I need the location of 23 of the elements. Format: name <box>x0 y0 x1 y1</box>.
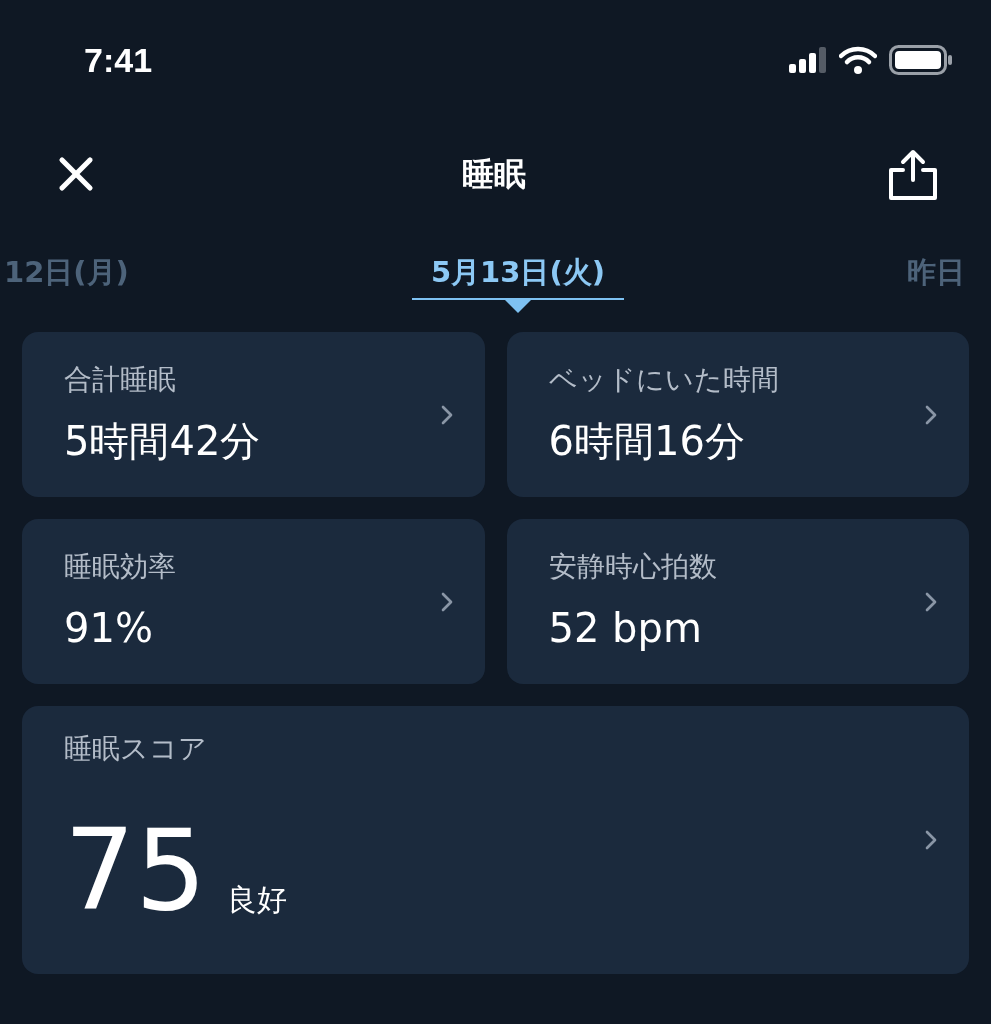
score-rating: 良好 <box>226 881 287 919</box>
wifi-icon <box>839 46 877 74</box>
score-value: 75 <box>64 814 207 926</box>
signal-icon <box>789 47 827 73</box>
page-title: 睡眠 <box>461 154 526 195</box>
metric-value: 52 bpm <box>548 603 703 653</box>
metric-label: 睡眠効率 <box>64 548 176 585</box>
metric-card[interactable]: 安静時心拍数 52 bpm <box>506 519 969 684</box>
metric-label: ベッドにいた時間 <box>548 361 779 398</box>
metric-value: 6時間16分 <box>548 416 746 466</box>
metric-card[interactable]: ベッドにいた時間 6時間16分 <box>506 332 969 497</box>
status-time: 7:41 <box>84 39 153 81</box>
metric-card[interactable]: 合計睡眠 5時間42分 <box>22 332 485 497</box>
metric-value: 5時間42分 <box>64 416 261 466</box>
metric-value: 91% <box>64 603 154 653</box>
date-tab[interactable]: 5月13日(火) <box>411 246 624 314</box>
selected-indicator-icon <box>504 300 531 313</box>
score-card[interactable]: 睡眠スコア 75 良好 <box>22 706 969 974</box>
metric-card[interactable]: 睡眠効率 91% <box>22 519 485 684</box>
metric-label: 合計睡眠 <box>64 361 177 398</box>
score-label: 睡眠スコア <box>64 731 208 767</box>
metric-label: 安静時心拍数 <box>548 548 717 585</box>
battery-icon <box>889 45 953 75</box>
